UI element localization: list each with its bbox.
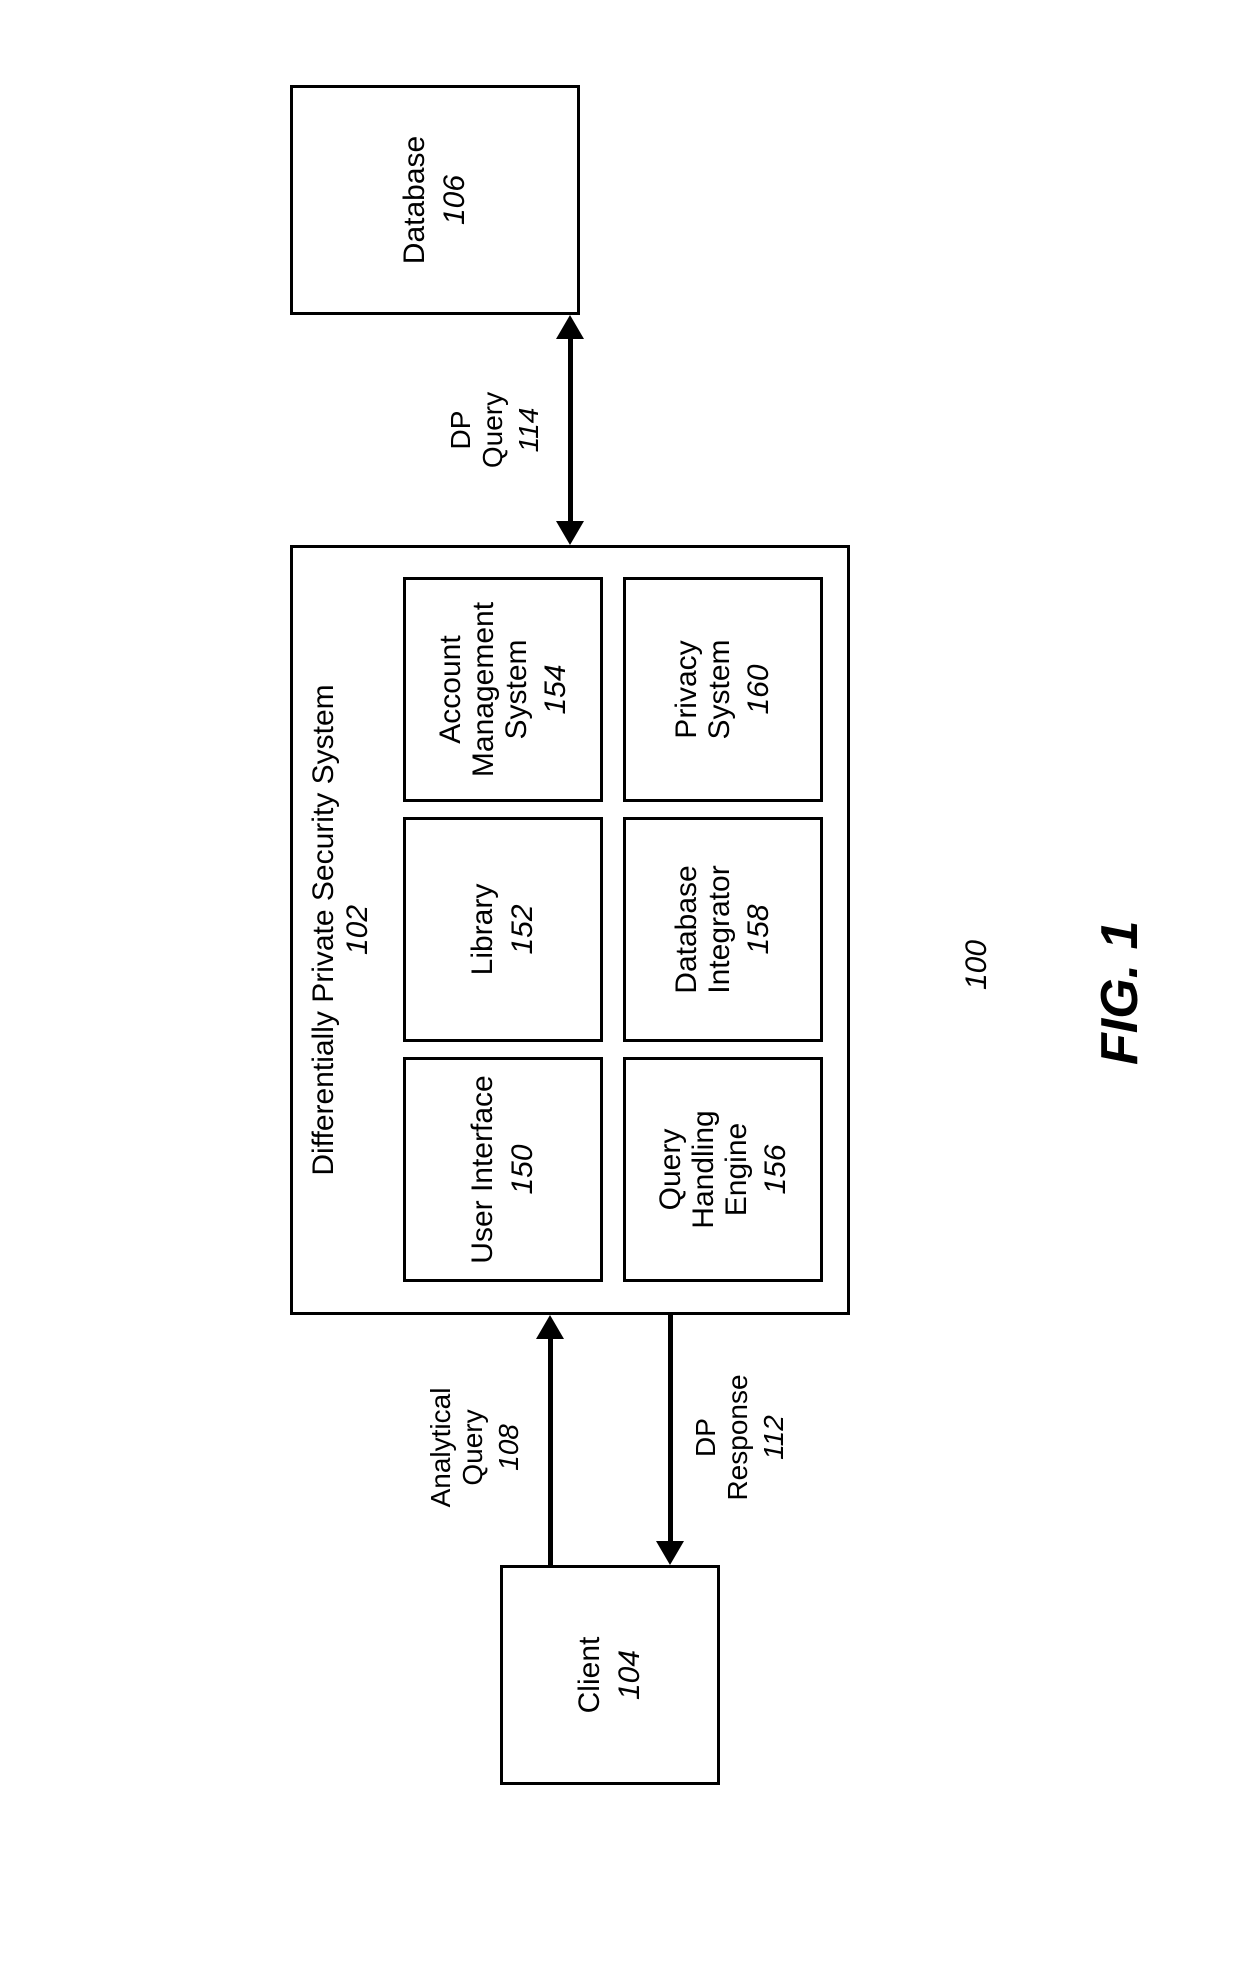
figure-label: FIG. 1	[1090, 921, 1150, 1065]
module-privacy: Privacy System 160	[623, 577, 823, 802]
database-num: 106	[438, 175, 472, 225]
module-query-engine: Query Handling Engine 156	[623, 1057, 823, 1282]
label-dp-response: DP Response 112	[690, 1350, 791, 1525]
database-title: Database	[398, 136, 433, 264]
client-num: 104	[613, 1650, 647, 1700]
arrow-dp-query-head-r	[556, 315, 584, 339]
figure-ref-100: 100	[960, 940, 994, 990]
label-dp-query: DP Query 114	[445, 355, 546, 505]
arrow-analytical-query	[548, 1335, 553, 1565]
label-analytical-query: Analytical Query 108	[425, 1360, 526, 1535]
system-num: 102	[341, 905, 374, 955]
arrow-dp-query	[568, 335, 573, 525]
arrow-analytical-query-head	[536, 1315, 564, 1339]
module-db-integrator: Database Integrator 158	[623, 817, 823, 1042]
module-account-mgmt: Account Management System 154	[403, 577, 603, 802]
system-title: Differentially Private Security System	[307, 684, 340, 1175]
client-box: Client 104	[500, 1565, 720, 1785]
database-box: Database 106	[290, 85, 580, 315]
client-title: Client	[573, 1637, 608, 1714]
arrow-dp-response	[668, 1315, 673, 1545]
arrow-dp-query-head-l	[556, 521, 584, 545]
diagram-stage: Client 104 Analytical Query 108 DP Respo…	[0, 0, 1240, 1975]
module-user-interface: User Interface 150	[403, 1057, 603, 1282]
arrow-dp-response-head	[656, 1541, 684, 1565]
system-box: Differentially Private Security System 1…	[290, 545, 850, 1315]
module-library: Library 152	[403, 817, 603, 1042]
